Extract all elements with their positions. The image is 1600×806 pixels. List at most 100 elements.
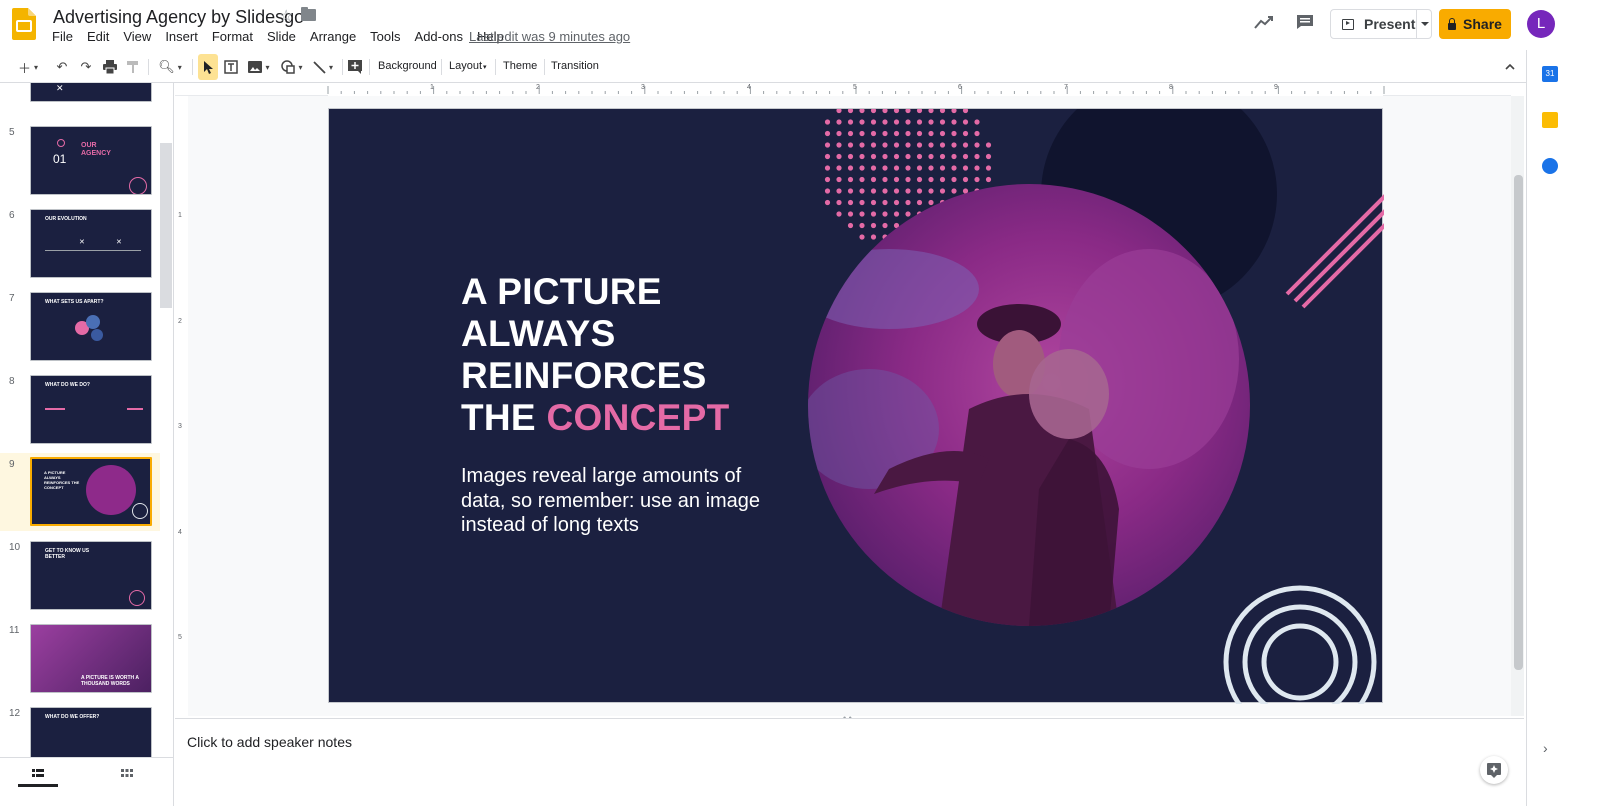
document-title[interactable]: Advertising Agency by Slidesgo xyxy=(53,6,304,28)
slide-thumbnail-6[interactable]: 6 OUR EVOLUTION ✕ ✕ xyxy=(0,204,160,284)
add-comment-icon[interactable] xyxy=(346,54,364,80)
decor-bar xyxy=(127,408,143,410)
slide-body-text[interactable]: Images reveal large amounts of data, so … xyxy=(461,464,761,538)
slide-thumbnail-10[interactable]: 10 GET TO KNOW US BETTER xyxy=(0,536,160,616)
activity-trend-icon[interactable] xyxy=(1253,14,1275,30)
ruler-label: 6 xyxy=(958,84,962,91)
last-edit-link[interactable]: Last edit was 9 minutes ago xyxy=(469,29,630,44)
transition-button[interactable]: Transition xyxy=(551,60,599,72)
speaker-notes[interactable]: Click to add speaker notes xyxy=(175,718,1524,806)
new-slide-icon[interactable]: ＋ ▾ xyxy=(14,54,42,80)
avatar[interactable]: L xyxy=(1527,10,1555,38)
menu-tools[interactable]: Tools xyxy=(363,28,407,46)
present-divider xyxy=(1416,10,1417,38)
decor-bar xyxy=(45,408,65,410)
explore-button[interactable] xyxy=(1480,756,1508,784)
toolbar-divider xyxy=(369,59,370,75)
present-button[interactable]: Present xyxy=(1330,9,1432,39)
close-icon: ✕ xyxy=(79,239,85,246)
slide-filmstrip: ✕ 5 01 OUR AGENCY 6 OUR EVOLUTION ✕ ✕ 7 xyxy=(0,83,174,806)
theme-button[interactable]: Theme xyxy=(503,60,537,72)
slide-thumbnail-8[interactable]: 8 WHAT DO WE DO? xyxy=(0,370,160,450)
slides-logo-icon[interactable] xyxy=(12,8,36,40)
menu-add-ons[interactable]: Add-ons xyxy=(408,28,470,46)
insert-image-icon[interactable]: ▾ xyxy=(244,54,274,80)
print-icon[interactable] xyxy=(100,60,120,74)
ruler-label: 3 xyxy=(641,84,645,91)
thumbnail-title: A PICTURE IS WORTH A THOUSAND WORDS xyxy=(81,675,139,687)
title-line: ALWAYS xyxy=(461,313,616,354)
title-prefix: THE xyxy=(461,397,547,438)
current-slide[interactable]: A PICTURE ALWAYS REINFORCES THE CONCEPT … xyxy=(328,108,1384,704)
slide-thumbnail-9[interactable]: 9 A PICTURE ALWAYS REINFORCES THE CONCEP… xyxy=(0,453,160,531)
menu-view[interactable]: View xyxy=(116,28,158,46)
menu-insert[interactable]: Insert xyxy=(158,28,205,46)
toolbar-divider xyxy=(544,59,545,75)
undo-icon[interactable]: ↶ xyxy=(52,54,72,80)
toolbar-divider xyxy=(495,59,496,75)
menu-edit[interactable]: Edit xyxy=(80,28,116,46)
filmstrip-scrollbar[interactable] xyxy=(160,143,172,308)
line-icon[interactable]: ▾ xyxy=(308,54,338,80)
toolbar-divider xyxy=(148,59,149,75)
speaker-notes-placeholder[interactable]: Click to add speaker notes xyxy=(187,734,352,750)
redo-icon[interactable]: ↷ xyxy=(76,54,96,80)
active-view-indicator xyxy=(18,784,58,787)
menu-arrange[interactable]: Arrange xyxy=(303,28,363,46)
filmstrip-view-icon[interactable] xyxy=(32,769,44,779)
ruler-label: 4 xyxy=(178,529,182,536)
decor-circle xyxy=(86,315,100,329)
toolbar-divider xyxy=(342,59,343,75)
thumbnail-image: WHAT SETS US APART? xyxy=(30,292,152,361)
paint-format-icon[interactable] xyxy=(124,60,142,74)
thumbnail-number: 01 xyxy=(53,152,67,166)
app-header: Advertising Agency by Slidesgo ☆ File Ed… xyxy=(0,0,1600,50)
comment-icon[interactable] xyxy=(1296,14,1314,30)
thumbnail-title: WHAT SETS US APART? xyxy=(45,299,104,305)
ruler-label: 9 xyxy=(1274,84,1278,91)
canvas-scrollbar-thumb[interactable] xyxy=(1514,175,1523,670)
slide-thumbnail-5[interactable]: 5 01 OUR AGENCY xyxy=(0,121,160,201)
layout-button[interactable]: Layout▾ xyxy=(449,60,487,72)
slide-title[interactable]: A PICTURE ALWAYS REINFORCES THE CONCEPT xyxy=(461,271,791,439)
slide-thumbnail-11[interactable]: 11 A PICTURE IS WORTH A THOUSAND WORDS xyxy=(0,619,160,699)
slide-thumbnail-4[interactable]: ✕ xyxy=(0,83,160,113)
menu-slide[interactable]: Slide xyxy=(260,28,303,46)
tasks-icon[interactable] xyxy=(1542,158,1558,174)
shape-icon[interactable]: ▾ xyxy=(278,54,306,80)
slides-app: Advertising Agency by Slidesgo ☆ File Ed… xyxy=(0,0,1600,806)
ruler-label: 2 xyxy=(536,84,540,91)
ruler-label: 7 xyxy=(1064,84,1068,91)
folder-icon[interactable] xyxy=(301,7,316,21)
star-icon[interactable]: ☆ xyxy=(279,6,293,26)
zoom-icon[interactable]: 🔍︎ ▾ xyxy=(154,54,186,80)
menu-format[interactable]: Format xyxy=(205,28,260,46)
ruler-label: 3 xyxy=(178,423,182,430)
thumbnail-title: A PICTURE ALWAYS REINFORCES THE CONCEPT xyxy=(44,470,80,490)
decor-circle xyxy=(132,503,148,519)
text-box-icon[interactable] xyxy=(222,54,240,80)
slide-number: 10 xyxy=(9,542,21,553)
decor-circle xyxy=(129,590,145,606)
chevron-down-icon[interactable] xyxy=(1421,22,1429,26)
ruler-label: 2 xyxy=(178,318,182,325)
close-icon: ✕ xyxy=(56,83,64,93)
collapse-toolbar-icon[interactable] xyxy=(1502,54,1518,80)
chevron-right-icon[interactable]: › xyxy=(1543,740,1548,756)
calendar-icon[interactable]: 31 xyxy=(1542,66,1558,82)
menu-file[interactable]: File xyxy=(45,28,80,46)
grid-view-icon[interactable] xyxy=(121,769,133,779)
ruler-label: 1 xyxy=(178,212,182,219)
keep-icon[interactable] xyxy=(1542,112,1558,128)
share-button[interactable]: Share xyxy=(1439,9,1511,39)
timeline-line xyxy=(45,250,141,251)
background-button[interactable]: Background xyxy=(378,60,437,72)
slide-thumbnail-7[interactable]: 7 WHAT SETS US APART? xyxy=(0,287,160,367)
slide-number: 5 xyxy=(9,127,15,138)
thumbnail-title: OUR AGENCY xyxy=(81,142,111,157)
title-line: A PICTURE xyxy=(461,271,662,312)
thumbnail-title: OUR EVOLUTION xyxy=(45,216,87,222)
select-cursor-icon[interactable] xyxy=(198,54,218,80)
slide-number: 6 xyxy=(9,210,15,221)
decor-circle xyxy=(57,139,65,147)
